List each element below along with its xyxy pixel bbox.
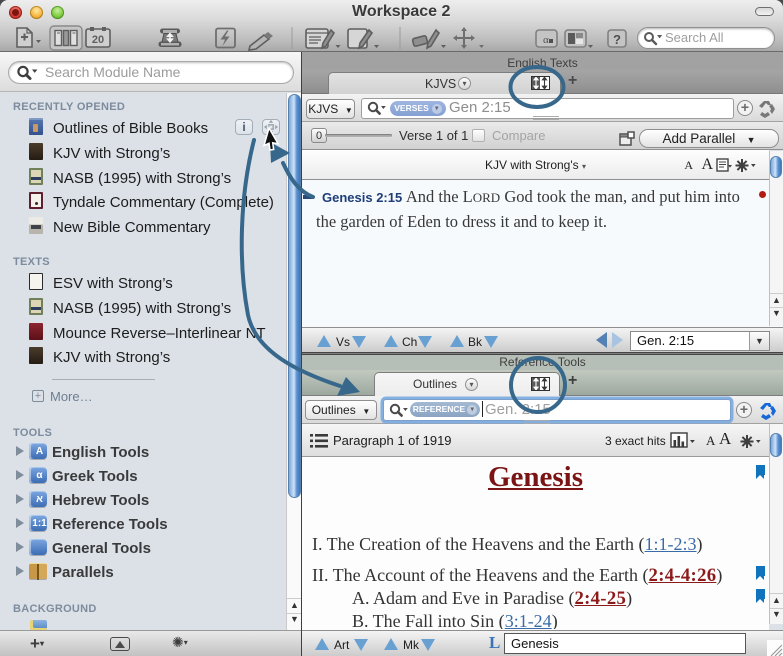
- svg-text:20: 20: [92, 34, 104, 46]
- svg-text:α: α: [543, 34, 549, 46]
- svg-text:?: ?: [613, 32, 621, 47]
